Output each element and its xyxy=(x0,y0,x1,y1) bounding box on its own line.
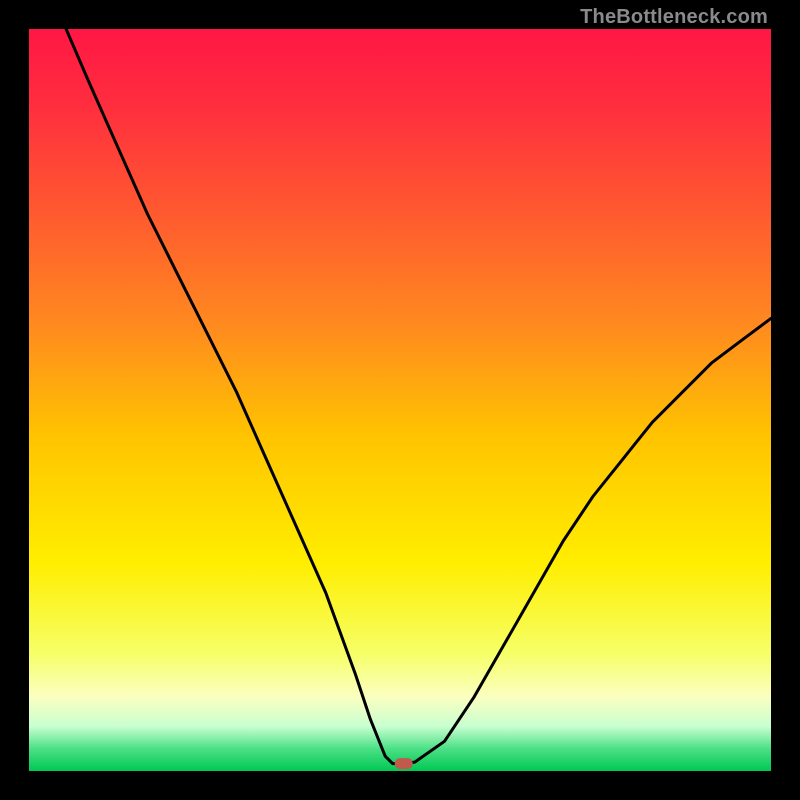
chart-background xyxy=(29,29,771,771)
min-marker xyxy=(395,758,413,769)
watermark-text: TheBottleneck.com xyxy=(580,6,768,29)
bottleneck-chart xyxy=(29,29,771,771)
